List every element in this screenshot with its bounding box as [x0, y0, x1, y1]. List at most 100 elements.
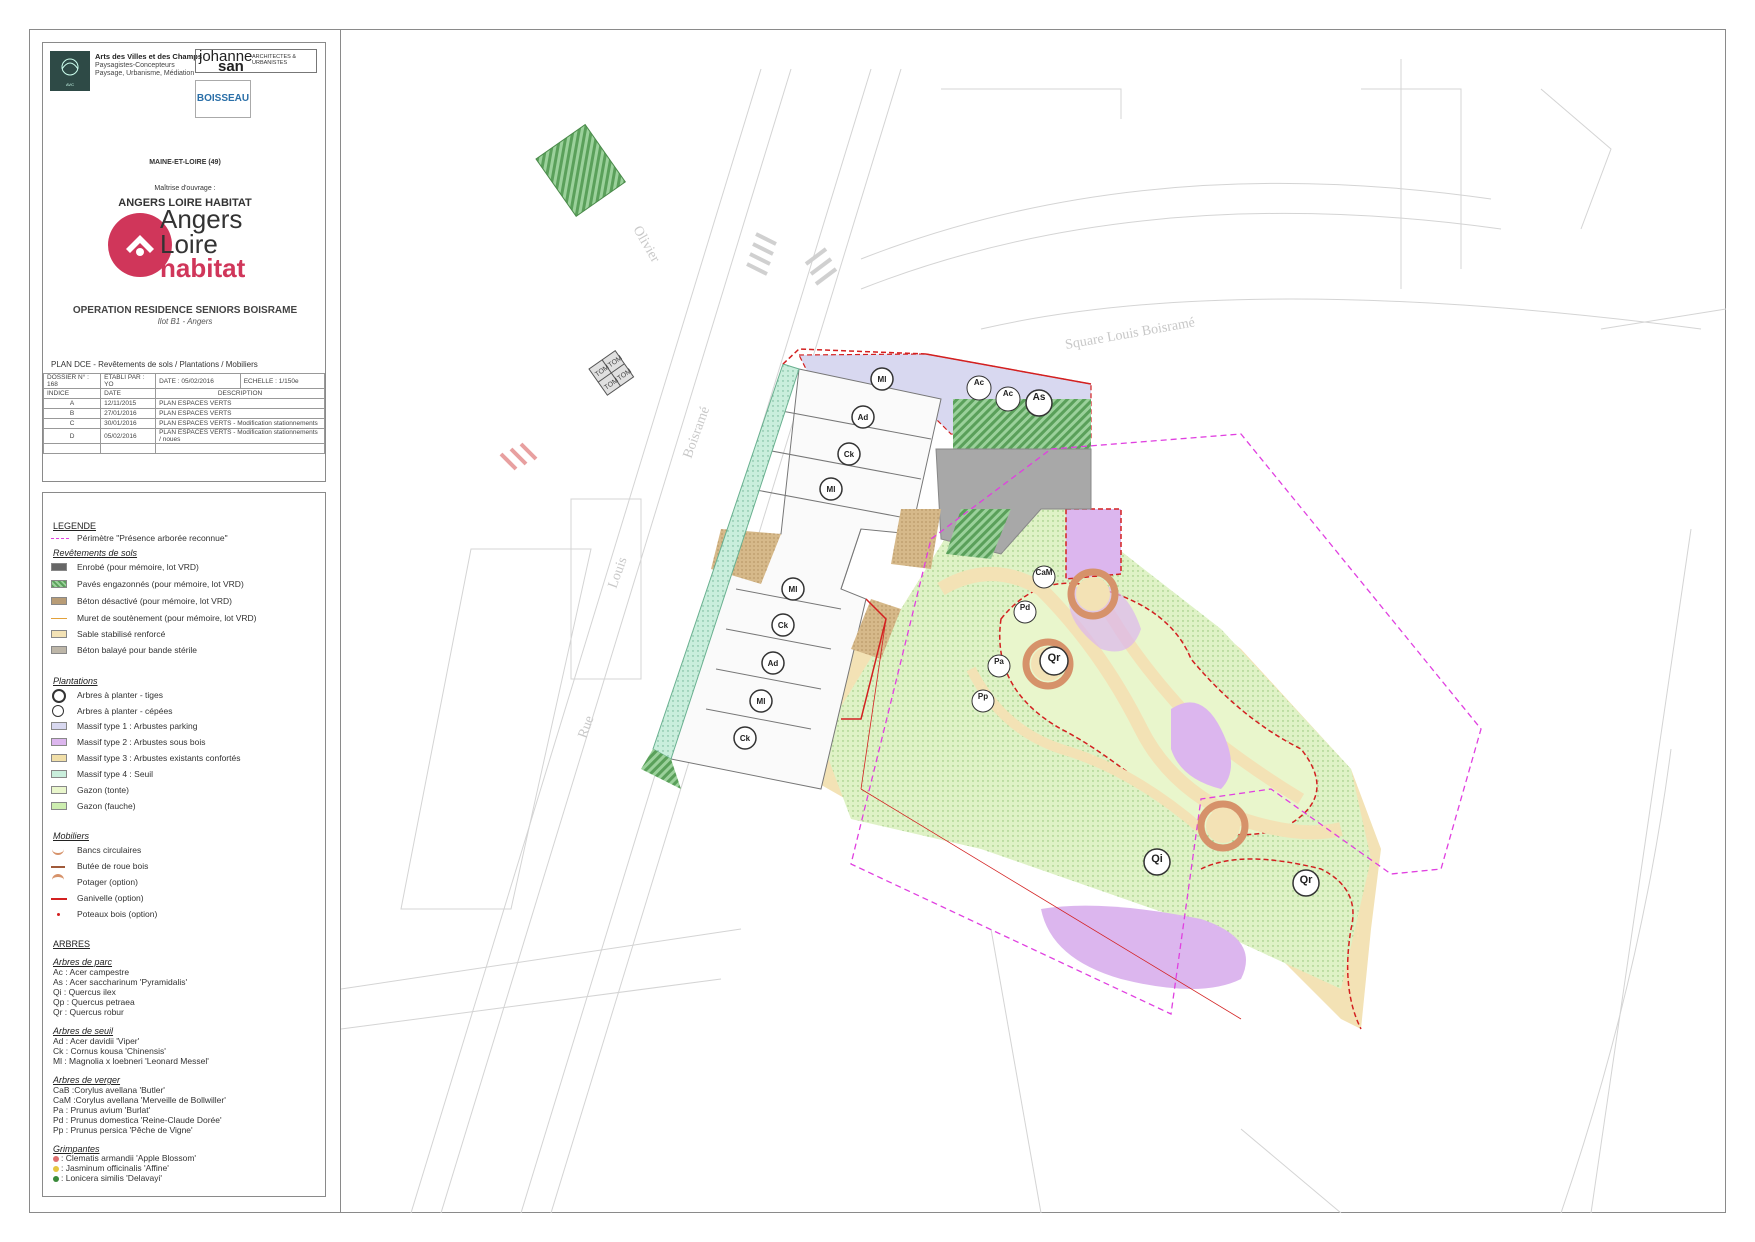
verger-item: CaB :Corylus avellana 'Butler' — [53, 1085, 165, 1095]
tree-label: Ac — [974, 378, 985, 387]
tom-bins: TOM TOM TOM TOM — [588, 349, 635, 396]
rev-indice: C — [42, 418, 102, 429]
legend-title: LEGENDE — [53, 521, 97, 531]
parking-paves-north — [535, 123, 626, 218]
jasmine-dot — [53, 1166, 59, 1172]
tree-label: Ml — [878, 375, 887, 384]
clematis-dot — [53, 1156, 59, 1162]
legend-plant-item: Arbres à planter - tiges — [77, 690, 163, 700]
tree-label: As — [1033, 392, 1046, 403]
office-name: Arts des Villes et des Champs — [95, 52, 202, 61]
rev-indice: B — [42, 408, 102, 419]
tree-label: Ad — [858, 413, 869, 422]
department-label: MAINE-ET-LOIRE (49) — [149, 159, 221, 166]
legend-plant-item: Massif type 2 : Arbustes sous bois — [77, 737, 206, 747]
crosswalk — [746, 232, 838, 286]
verger-item: CaM :Corylus avellana 'Merveille de Boll… — [53, 1095, 226, 1105]
swatch-ganivelle — [51, 898, 67, 900]
legend-block: LEGENDE Périmètre "Présence arborée reco… — [42, 492, 326, 1197]
table-row: C 30/01/2016 PLAN ESPACES VERTS - Modifica… — [42, 418, 325, 429]
svg-text:AVC: AVC — [66, 82, 74, 87]
verger-item: Pa : Prunus avium 'Burlat' — [53, 1105, 151, 1115]
tree-label: Ac — [1003, 389, 1014, 398]
swatch-paves — [51, 580, 67, 588]
plan-svg: TOM TOM TOM TOM Ml Ad Ck Ml Ml Ck Ad Ml … — [340, 59, 1727, 1214]
legend-mob-item: Poteaux bois (option) — [77, 909, 158, 919]
tree-label: Ad — [768, 659, 779, 668]
swatch-tree-cepee — [52, 705, 64, 717]
table-row: B 27/01/2016 PLAN ESPACES VERTS — [42, 408, 325, 419]
operation-title: OPERATION RESIDENCE SENIORS BOISRAME — [72, 305, 298, 316]
legend-rev-title: Revêtements de sols — [53, 548, 138, 558]
header-desc: DESCRIPTION — [155, 388, 325, 399]
legend-plant-item: Massif type 3 : Arbustes existants confo… — [77, 753, 241, 763]
seuil-title: Arbres de seuil — [53, 1026, 114, 1036]
plan-area: TOM TOM TOM TOM Ml Ad Ck Ml Ml Ck Ad Ml … — [340, 29, 1727, 1214]
rev-date: 27/01/2016 — [100, 408, 157, 419]
swatch-tree-tige — [52, 689, 66, 703]
parc-title: Arbres de parc — [53, 957, 113, 967]
revision-table: DOSSIER N° : 168 ETABLI PAR : YO DATE : … — [42, 373, 326, 454]
parc-item: Qr : Quercus robur — [53, 1007, 124, 1017]
header-date: DATE — [100, 388, 157, 399]
legend-mob-item: Potager (option) — [77, 877, 138, 887]
plan-title: PLAN DCE - Revêtements de sols / Plantat… — [51, 360, 258, 369]
tree-label: Ck — [844, 450, 855, 459]
red-crosswalk — [499, 442, 538, 471]
rev-desc: PLAN ESPACES VERTS — [155, 408, 325, 419]
swatch-massif1 — [51, 722, 67, 730]
tree-label: Qi — [1151, 853, 1163, 865]
parc-item: Qi : Quercus ilex — [53, 987, 116, 997]
rev-desc: PLAN ESPACES VERTS — [155, 398, 325, 409]
legend-rev-item: Sable stabilisé renforcé — [77, 629, 166, 639]
parc-item: Qp : Quercus petraea — [53, 997, 135, 1007]
legend-plant-title: Plantations — [53, 676, 98, 686]
parc-item: As : Acer saccharinum 'Pyramidalis' — [53, 977, 188, 987]
table-row: DOSSIER N° : 168 ETABLI PAR : YO DATE : … — [42, 373, 326, 389]
swatch-massif2 — [51, 738, 67, 746]
rev-desc: PLAN ESPACES VERTS - Modification statio… — [155, 428, 325, 444]
table-row — [42, 443, 325, 454]
legend-mob-item: Bancs circulaires — [77, 845, 142, 855]
swatch-massif4 — [51, 770, 67, 778]
tree-label: Qr — [1300, 874, 1314, 886]
tree-label: Ml — [827, 485, 836, 494]
street-louis: Louis — [606, 555, 631, 590]
legend-rev-item: Pavés engazonnés (pour mémoire, lot VRD) — [77, 579, 244, 589]
johanne-subtitle: ARCHITECTES & URBANISTES — [252, 54, 297, 66]
legend-rev-item: Béton désactivé (pour mémoire, lot VRD) — [77, 596, 232, 606]
logo-habitat: habitat — [160, 253, 246, 283]
rev-date: 30/01/2016 — [100, 418, 157, 429]
moa-label: Maîtrise d'ouvrage : — [154, 185, 216, 192]
street-rue: Rue — [576, 714, 598, 740]
tree-label: Pa — [994, 657, 1004, 666]
swatch-butee — [51, 866, 65, 868]
grimp-item: : Jasminum officinalis 'Affine' — [61, 1163, 169, 1173]
rev-date: 05/02/2016 — [100, 428, 157, 444]
verger-item: Pp : Prunus persica 'Pêche de Vigne' — [53, 1125, 193, 1135]
legend-plant-item: Gazon (fauche) — [77, 801, 136, 811]
swatch-gazon-fauche — [51, 802, 67, 810]
legend-rev-item: Béton balayé pour bande stérile — [77, 645, 198, 655]
legend-plant-item: Massif type 4 : Seuil — [77, 769, 154, 779]
table-row: INDICE DATE DESCRIPTION — [42, 388, 325, 399]
rev-desc: PLAN ESPACES VERTS - Modification statio… — [155, 418, 325, 429]
massif2-1 — [1065, 508, 1122, 580]
lonicera-dot — [53, 1176, 59, 1182]
legend-rev-item: Enrobé (pour mémoire, lot VRD) — [77, 562, 199, 572]
seuil-item: Ad : Acer davidii 'Viper' — [53, 1036, 140, 1046]
rev-indice: A — [42, 398, 102, 409]
legend-mob-item: Ganivelle (option) — [77, 893, 144, 903]
parc-item: Ac : Acer campestre — [53, 967, 130, 977]
swatch-beton-desactive — [51, 597, 67, 605]
paves-parking — [953, 399, 1091, 449]
seuil-item: Ml : Magnolia x loebneri 'Leonard Messel… — [53, 1056, 209, 1066]
tree-label: Ck — [740, 734, 751, 743]
grimp-item: : Lonicera similis 'Delavayi' — [61, 1173, 163, 1183]
johanne-san-logo: johanne san ARCHITECTES & URBANISTES — [195, 49, 317, 74]
legend-plant-item: Arbres à planter - cépées — [77, 706, 173, 716]
swatch-massif3 — [51, 754, 67, 762]
tree-label: Ck — [778, 621, 789, 630]
rev-indice: D — [42, 428, 102, 444]
tree-label: Ml — [789, 585, 798, 594]
